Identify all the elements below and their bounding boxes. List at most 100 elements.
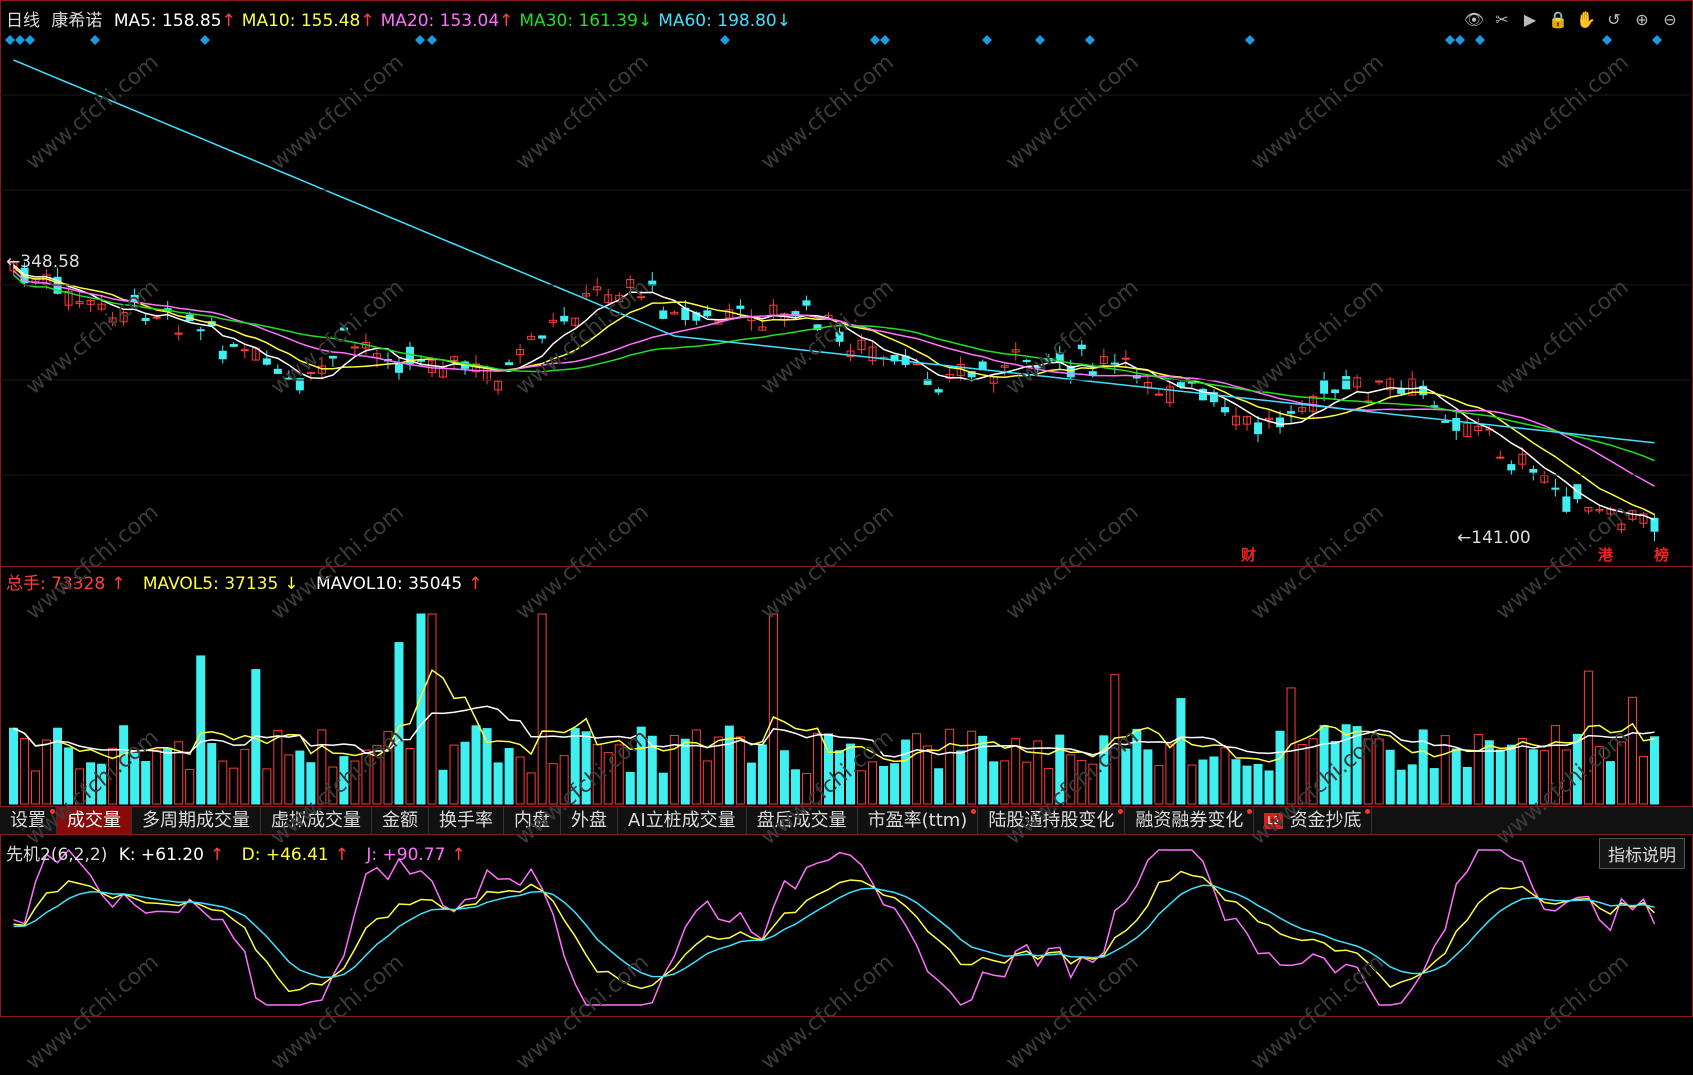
volume-bar (1165, 743, 1175, 805)
indicator-tab[interactable]: 盘后成交量 (747, 807, 858, 834)
indicator-tab[interactable]: 金额 (372, 807, 429, 834)
indicator-tab[interactable]: 虚拟成交量 (261, 807, 372, 834)
indicator-tab[interactable]: AI立桩成交量 (618, 807, 747, 834)
indicator-tab[interactable]: 融资融券变化 (1125, 807, 1255, 834)
candle-body (1033, 366, 1042, 369)
volume-bar (625, 771, 635, 805)
volume-bar (9, 727, 19, 805)
indicator-tab-label: 虚拟成交量 (271, 810, 361, 831)
ma-legend: MA5: 158.85↑ MA10: 155.48↑ MA20: 153.04↑ MA… (114, 11, 797, 31)
low-price-label: ←141.00 (1457, 528, 1531, 548)
event-diamond-icon (1455, 35, 1465, 45)
kdj-d-label: D: +46.41 ↑ (242, 845, 355, 865)
event-diamond-icon (870, 35, 880, 45)
kline-chart[interactable] (0, 0, 1693, 566)
volume-bar (1110, 674, 1120, 805)
volume-bar (658, 772, 668, 805)
volume-bar (923, 745, 933, 805)
indicator-tab-label: 融资融券变化 (1135, 810, 1244, 831)
event-financial[interactable]: 财 (1241, 544, 1256, 565)
event-diamond-icon (1445, 35, 1455, 45)
volume-bar (879, 765, 889, 805)
indicator-tab[interactable]: 内盘 (504, 807, 561, 834)
indicator-tab[interactable]: 换手率 (429, 807, 504, 834)
volume-bar (1209, 756, 1219, 805)
eye-icon[interactable]: 👁 (1463, 8, 1485, 30)
volume-bar (989, 761, 999, 805)
volume-bar (1561, 749, 1571, 805)
event-diamond-icon (720, 35, 730, 45)
period-label[interactable]: 日线 (6, 11, 40, 31)
volume-bar (1363, 738, 1373, 805)
l2-badge: L2 (1264, 813, 1284, 829)
candle-body (273, 368, 282, 374)
indicator-tab[interactable]: 外盘 (561, 807, 618, 834)
volume-bar (1484, 740, 1494, 805)
volume-bar (86, 762, 96, 805)
volume-bar (912, 733, 922, 805)
event-hk[interactable]: 港 (1598, 544, 1613, 565)
volume-bar (1506, 744, 1516, 805)
indicator-description-button[interactable]: 指标说明 (1599, 838, 1685, 869)
volume-chart[interactable] (0, 566, 1693, 806)
indicator-tab[interactable]: 陆股通持股变化 (978, 807, 1126, 834)
event-billboard[interactable]: 榜 (1654, 544, 1669, 565)
indicator-tab[interactable]: 多周期成交量 (132, 807, 261, 834)
candle-body (1121, 357, 1130, 360)
candle-body (1276, 417, 1285, 428)
volume-bar (262, 768, 272, 805)
volume-bar (857, 770, 867, 805)
kdj-name[interactable]: 先机2(6,2,2) (6, 845, 107, 865)
volume-bar (163, 747, 173, 805)
volume-bar (284, 754, 294, 805)
kdj-k-label: K: +61.20 ↑ (119, 845, 230, 865)
volume-bar (471, 725, 481, 805)
event-diamond-icon (200, 35, 210, 45)
candle-body (1562, 496, 1571, 512)
candle-body (1342, 376, 1351, 390)
volume-bar (1143, 749, 1153, 805)
volume-bar (328, 766, 338, 805)
ma-legend-arrow: ↑ (360, 11, 375, 31)
kdj-d-arrow: ↑ (334, 845, 349, 865)
zoom-out-icon[interactable]: ⊖ (1659, 8, 1681, 30)
volume-bar (1407, 764, 1417, 805)
volume-legend: 总手: 73328 ↑ MAVOL5: 37135 ↓ MAVOL10: 35045… (6, 569, 494, 594)
candle-body (736, 305, 745, 309)
indicator-tab[interactable]: L2 资金抄底 (1254, 807, 1373, 834)
indicator-tab[interactable]: 市盈率(ttm) (858, 807, 979, 834)
volume-bar (317, 729, 327, 805)
volume-bar (801, 772, 811, 805)
volume-bar (416, 613, 426, 805)
volume-bar (1000, 760, 1010, 805)
hand-icon[interactable]: ✋ (1575, 8, 1597, 30)
indicator-tab[interactable]: 设置 (0, 807, 57, 834)
total-volume-arrow: ↑ (111, 574, 126, 594)
scissors-icon[interactable]: ✂ (1491, 8, 1513, 30)
volume-bar (449, 744, 459, 805)
volume-bar (504, 748, 514, 805)
event-diamond-icon (90, 35, 100, 45)
volume-bar (339, 756, 349, 805)
candle-body (141, 318, 150, 322)
volume-bar (405, 748, 415, 805)
lock-icon[interactable]: 🔒 (1547, 8, 1569, 30)
volume-bar (1627, 696, 1637, 805)
candle-body (262, 358, 271, 365)
event-diamond-icon (1035, 35, 1045, 45)
volume-bar (1451, 748, 1461, 805)
event-diamond-icon (1475, 35, 1485, 45)
play-icon[interactable]: ▶ (1519, 8, 1541, 30)
volume-bar (1220, 747, 1230, 805)
indicator-tab[interactable]: 成交量 (57, 807, 132, 834)
volume-bar (515, 756, 525, 805)
candle-body (703, 310, 712, 317)
zoom-in-icon[interactable]: ⊕ (1631, 8, 1653, 30)
candle-body (538, 335, 547, 339)
volume-bar (934, 768, 944, 805)
volume-bar (1055, 734, 1065, 805)
volume-bar (64, 747, 74, 805)
volume-bar (1605, 761, 1615, 805)
notification-dot (971, 809, 977, 814)
undo-icon[interactable]: ↺ (1603, 8, 1625, 30)
